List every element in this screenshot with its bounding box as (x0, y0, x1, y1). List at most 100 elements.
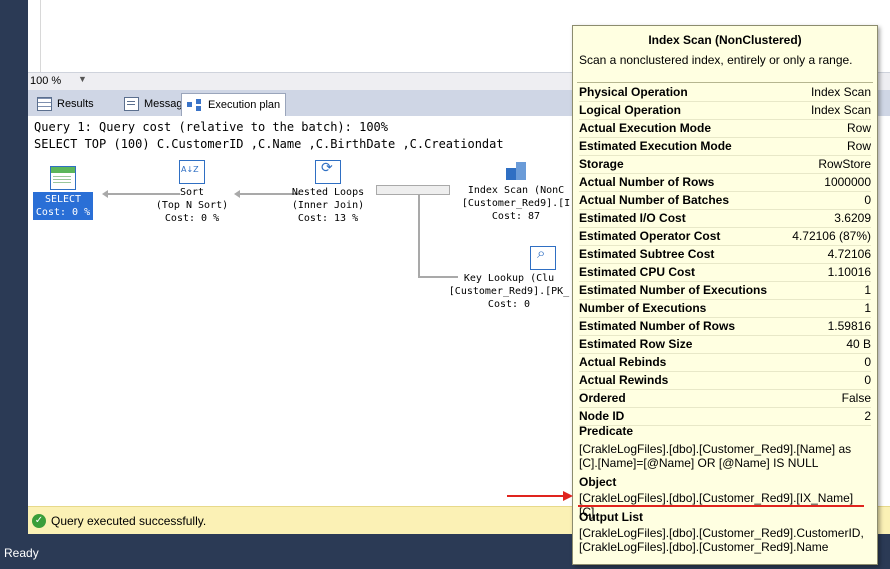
property-row: Actual Rewinds 0 (579, 372, 871, 390)
tab-execution-plan-label: Execution plan (208, 99, 281, 111)
plan-node-nested-loops[interactable]: Nested Loops (Inner Join) Cost: 13 % (280, 160, 376, 225)
execution-plan-icon (187, 99, 203, 111)
property-value: Index Scan (810, 85, 871, 99)
property-value: 1 (864, 283, 871, 297)
plan-node-index-scan[interactable]: Index Scan (NonC [Customer_Red9].[I Cost… (452, 160, 580, 223)
property-row: Actual Rebinds 0 (579, 354, 871, 372)
tab-execution-plan[interactable]: Execution plan (181, 93, 287, 116)
property-key: Estimated I/O Cost (579, 211, 686, 225)
sort-node-label: Sort (179, 187, 205, 198)
scan-node-label: Index Scan (NonC (467, 185, 565, 196)
select-icon (50, 166, 76, 190)
key-lookup-icon (530, 246, 556, 270)
property-row: Storage RowStore (579, 156, 871, 174)
property-row: Estimated Row Size 40 B (579, 336, 871, 354)
lookup-node-sub: [Customer_Red9].[PK_ (448, 286, 570, 297)
property-value: 2 (864, 409, 871, 423)
property-key: Physical Operation (579, 85, 688, 99)
check-circle-icon: ✓ (32, 513, 46, 528)
property-row: Estimated Execution Mode Row (579, 138, 871, 156)
output-line-2: [CrakleLogFiles].[dbo].[Customer_Red9].N… (579, 540, 829, 554)
connector-lookup-vertical (418, 194, 420, 278)
property-row: Estimated Operator Cost 4.72106 (87%) (579, 228, 871, 246)
plan-node-sort[interactable]: Sort (Top N Sort) Cost: 0 % (148, 160, 236, 225)
property-key: Actual Number of Batches (579, 193, 730, 207)
operator-tooltip: Index Scan (NonClustered) Scan a nonclus… (572, 25, 878, 565)
object-title: Object (579, 475, 617, 489)
property-value: 0 (864, 373, 871, 387)
property-row: Estimated I/O Cost 3.6209 (579, 210, 871, 228)
property-row: Logical Operation Index Scan (579, 102, 871, 120)
ready-label: Ready (4, 546, 39, 560)
left-gutter (0, 0, 28, 543)
loops-node-cost: Cost: 13 % (297, 213, 359, 224)
property-key: Actual Number of Rows (579, 175, 715, 189)
plan-node-key-lookup[interactable]: Key Lookup (Clu [Customer_Red9].[PK_ Cos… (438, 246, 580, 311)
tooltip-title: Index Scan (NonClustered) (648, 33, 802, 47)
select-node-cost: Cost: 0 % (35, 207, 91, 218)
property-value: RowStore (818, 157, 871, 171)
property-key: Storage (579, 157, 624, 171)
scan-node-sub: [Customer_Red9].[I (461, 198, 571, 209)
arrow-head-icon (563, 491, 573, 501)
tooltip-separator (577, 82, 873, 83)
property-key: Number of Executions (579, 301, 707, 315)
property-row: Actual Execution Mode Row (579, 120, 871, 138)
tab-results-label: Results (57, 98, 94, 110)
tooltip-description: Scan a nonclustered index, entirely or o… (579, 53, 853, 67)
plan-node-select[interactable]: SELECT Cost: 0 % (32, 166, 94, 220)
output-list-section: Output List [CrakleLogFiles].[dbo].[Cust… (579, 510, 871, 554)
predicate-line-2: [C].[Name]=[@Name] OR [@Name] IS NULL (579, 456, 819, 470)
zoom-value[interactable]: 100 % (30, 75, 61, 87)
property-key: Estimated Operator Cost (579, 229, 721, 243)
property-key: Estimated Subtree Cost (579, 247, 715, 261)
sort-icon (179, 160, 205, 184)
dropdown-arrow-icon[interactable]: ▼ (78, 74, 87, 84)
query-cost-header: Query 1: Query cost (relative to the bat… (34, 120, 389, 134)
property-key: Estimated Number of Executions (579, 283, 768, 297)
object-highlight-underline (578, 505, 864, 507)
property-value: 4.72106 (827, 247, 871, 261)
predicate-section: Predicate [CrakleLogFiles].[dbo].[Custom… (579, 424, 871, 470)
scan-node-cost: Cost: 87 (491, 211, 541, 222)
select-node-box: SELECT Cost: 0 % (32, 192, 94, 220)
property-key: Estimated CPU Cost (579, 265, 696, 279)
property-key: Actual Rebinds (579, 355, 667, 369)
property-key: Estimated Execution Mode (579, 139, 732, 153)
property-row: Estimated CPU Cost 1.10016 (579, 264, 871, 282)
predicate-title: Predicate (579, 424, 634, 438)
property-row: Actual Number of Batches 0 (579, 192, 871, 210)
tab-results[interactable]: Results (32, 94, 99, 114)
property-value: Row (846, 139, 871, 153)
property-key: Node ID (579, 409, 625, 423)
select-node-label: SELECT (44, 194, 82, 205)
property-value: 1 (864, 301, 871, 315)
grid-icon (37, 97, 52, 111)
property-value: Row (846, 121, 871, 135)
property-key: Actual Rewinds (579, 373, 669, 387)
loops-node-sub: (Inner Join) (291, 200, 365, 211)
predicate-line-1: [CrakleLogFiles].[dbo].[Customer_Red9].[… (579, 442, 852, 456)
index-scan-icon (504, 160, 528, 182)
property-key: Actual Execution Mode (579, 121, 712, 135)
output-line-1: [CrakleLogFiles].[dbo].[Customer_Red9].C… (579, 526, 864, 540)
property-key: Ordered (579, 391, 626, 405)
property-key: Estimated Number of Rows (579, 319, 736, 333)
property-value: 0 (864, 355, 871, 369)
nested-loops-icon (315, 160, 341, 184)
property-row: Estimated Number of Executions 1 (579, 282, 871, 300)
sort-node-cost: Cost: 0 % (164, 213, 220, 224)
property-key: Logical Operation (579, 103, 682, 117)
property-row: Number of Executions 1 (579, 300, 871, 318)
messages-icon (124, 97, 139, 111)
lookup-node-cost: Cost: 0 (487, 299, 531, 310)
tooltip-properties: Physical Operation Index Scan Logical Ope… (579, 84, 871, 426)
property-value: 0 (864, 193, 871, 207)
property-key: Estimated Row Size (579, 337, 693, 351)
property-value: 1.10016 (827, 265, 871, 279)
arrowhead (102, 190, 108, 198)
connector-scan-loops (376, 185, 450, 195)
annotation-arrow (507, 495, 565, 497)
property-row: Physical Operation Index Scan (579, 84, 871, 102)
property-row: Estimated Number of Rows 1.59816 (579, 318, 871, 336)
